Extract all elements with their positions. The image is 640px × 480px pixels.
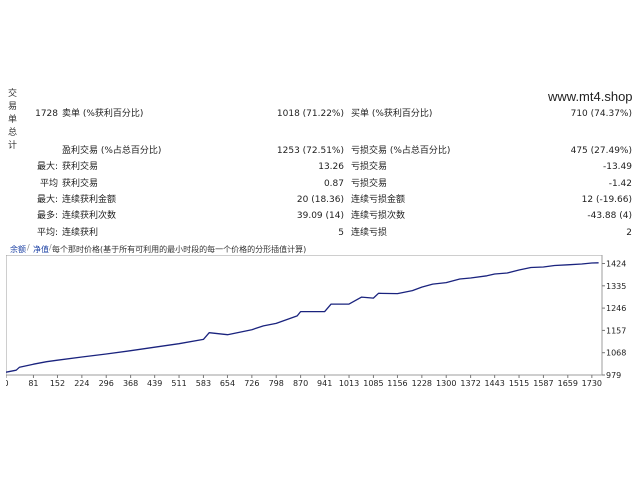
x-tick-label: 1156 (387, 379, 407, 388)
trade-statistics: 1728 卖单 (%获利百分比) 1018 (71.22%) 买单 (%获利百分… (0, 0, 640, 250)
stat-label: 1728 (35, 109, 58, 119)
stat-value: 39.09 (14) (296, 211, 344, 221)
stat-label: 连续获利金额 (62, 195, 117, 205)
x-tick-label: 152 (50, 379, 65, 388)
stat-value: 1253 (72.51%) (276, 146, 344, 156)
stat-label: 最多: (36, 211, 58, 221)
stat-label: 最大: (36, 195, 58, 205)
x-tick-label: 583 (196, 379, 211, 388)
y-tick-label: 1246 (606, 304, 626, 313)
chart-toolbar: 余额 / 净值 / 每个那时价格(基于所有可利用的最小时段的每一个价格的分形插值… (6, 242, 606, 256)
stat-value: 1018 (71.22%) (276, 109, 344, 119)
x-tick-label: 1300 (436, 379, 456, 388)
stat-label: 连续获利次数 (62, 211, 117, 221)
stat-label: 连续获利 (62, 228, 99, 238)
chart-svg: 1424 1335 1246 1157 1068 979 0 81 152 224 296 368 4… (3, 254, 626, 388)
x-tick-label: 1085 (363, 379, 383, 388)
stat-label: 买单 (%获利百分比) (351, 109, 433, 119)
stat-label: 亏损交易 (351, 162, 388, 172)
stat-label: 平均: (36, 228, 58, 238)
stat-value: 13.26 (318, 162, 344, 172)
stat-value: 2 (626, 228, 632, 238)
stat-value: -1.42 (608, 179, 632, 189)
y-tick-label: 979 (606, 371, 621, 380)
toolbar-separator: / (27, 243, 30, 252)
stat-value: 475 (27.49%) (570, 146, 632, 156)
x-tick-label: 296 (99, 379, 114, 388)
balance-chart: 1424 1335 1246 1157 1068 979 0 81 152 224 296 368 4… (3, 254, 634, 395)
stat-label: 亏损交易 (%占总百分比) (351, 146, 451, 156)
stat-label: 连续亏损次数 (351, 211, 406, 221)
stat-label: 获利交易 (62, 162, 99, 172)
x-tick-label: 726 (244, 379, 259, 388)
stat-label: 获利交易 (62, 179, 99, 189)
stat-value: 20 (18.36) (296, 195, 344, 205)
y-tick-label: 1068 (606, 349, 626, 358)
stat-label: 连续亏损 (351, 228, 388, 238)
stat-label: 最大: (36, 162, 58, 172)
x-tick-label: 1730 (582, 379, 602, 388)
x-tick-label: 0 (6, 379, 9, 388)
stat-value: 5 (338, 228, 344, 238)
x-tick-label: 1013 (339, 379, 359, 388)
stat-label: 卖单 (%获利百分比) (62, 109, 144, 119)
plot-frame (5, 254, 603, 376)
stat-label: 平均 (39, 179, 58, 189)
x-tick-label: 941 (317, 379, 332, 388)
x-tick-label: 439 (147, 379, 162, 388)
x-tick-label: 81 (28, 379, 38, 388)
chart-description: 每个那时价格(基于所有可利用的最小时段的每一个价格的分形插值计算) (52, 245, 307, 254)
stat-value: -43.88 (4) (587, 211, 632, 221)
x-tick-label: 1515 (509, 379, 529, 388)
stat-value: 12 (-19.66) (581, 195, 632, 205)
y-tick-label: 1424 (606, 260, 626, 269)
x-tick-label: 1659 (558, 379, 578, 388)
stat-value: 710 (74.37%) (570, 109, 632, 119)
stat-label: 连续亏损金额 (351, 195, 406, 205)
x-tick-label: 654 (220, 379, 235, 388)
x-tick-label: 870 (293, 379, 308, 388)
x-tick-label: 798 (269, 379, 284, 388)
x-tick-label: 1372 (460, 379, 480, 388)
x-tick-label: 224 (74, 379, 89, 388)
y-tick-label: 1335 (606, 282, 626, 291)
stat-label: 亏损交易 (351, 179, 388, 189)
x-tick-label: 1443 (484, 379, 504, 388)
x-tick-label: 368 (123, 379, 138, 388)
y-tick-label: 1157 (606, 326, 626, 335)
x-tick-label: 1228 (412, 379, 432, 388)
stat-value: 0.87 (323, 179, 344, 189)
x-tick-label: 1587 (533, 379, 553, 388)
stat-value: -13.49 (602, 162, 632, 172)
stat-label: 盈利交易 (%占总百分比) (62, 146, 162, 156)
x-tick-label: 511 (171, 379, 186, 388)
